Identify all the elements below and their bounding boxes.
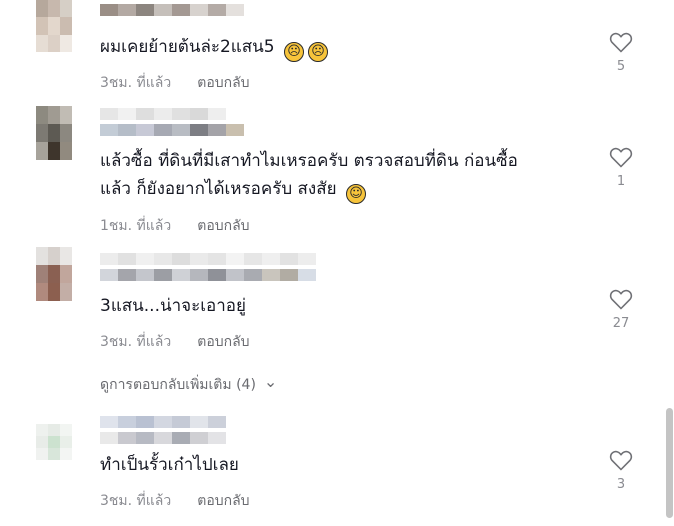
reply-button[interactable]: ตอบกลับ [197, 72, 249, 94]
grinning-sweat-emoji: ☺ [345, 184, 366, 204]
comment-item: ผมเคยย้ายต้นล่ะ2แสน5 ☹ ☹ 3ชม. ที่แล้ว ตอบ… [0, 0, 674, 100]
avatar[interactable] [36, 0, 72, 52]
heart-outline-icon [609, 147, 633, 168]
view-more-replies-button[interactable]: ดูการตอบกลับเพิ่มเติม (4) ⌄ [100, 371, 278, 396]
view-more-replies-label: ดูการตอบกลับเพิ่มเติม (4) [100, 377, 256, 393]
avatar[interactable] [36, 106, 72, 160]
like-button[interactable]: 3 [606, 449, 636, 492]
heart-outline-icon [609, 289, 633, 310]
sad-face-emoji: ☹ [283, 42, 304, 62]
username-pixelated[interactable] [100, 4, 244, 16]
comment-text: ทำเป็นรั้วเก๋าไปเลย [100, 451, 239, 479]
comment-text-line: แล้วซื้อ ที่ดินที่มีเสาทำไมเหรอครับ ตรวจ… [100, 151, 518, 171]
like-count: 27 [612, 316, 630, 331]
comment-text: แล้วซื้อ ที่ดินที่มีเสาทำไมเหรอครับ ตรวจ… [100, 147, 518, 204]
scrollbar-thumb[interactable] [666, 408, 673, 518]
like-button[interactable]: 27 [606, 288, 636, 331]
comment-meta: 3ชม. ที่แล้ว ตอบกลับ [100, 72, 250, 94]
scrollbar[interactable] [664, 408, 674, 518]
username-pixelated[interactable] [100, 416, 226, 444]
comment-text: ผมเคยย้ายต้นล่ะ2แสน5 ☹ ☹ [100, 33, 328, 62]
heart-outline-icon [609, 450, 633, 471]
username-pixelated[interactable] [100, 253, 316, 281]
comment-timestamp: 3ชม. ที่แล้ว [100, 493, 172, 509]
avatar[interactable] [36, 247, 72, 301]
like-count: 3 [616, 477, 626, 492]
comment-text-line: แล้ว ก็ยังอยากได้เหรอครับ สงสัย ☺ [100, 175, 518, 204]
chevron-down-icon: ⌄ [263, 371, 278, 391]
reply-button[interactable]: ตอบกลับ [197, 215, 249, 237]
comment-meta: 3ชม. ที่แล้ว ตอบกลับ [100, 331, 250, 353]
comment-item: ทำเป็นรั้วเก๋าไปเลย 3ชม. ที่แล้ว ตอบกลับ… [0, 408, 674, 526]
comment-meta: 1ชม. ที่แล้ว ตอบกลับ [100, 215, 250, 237]
username-pixelated[interactable] [100, 108, 244, 136]
like-button[interactable]: 1 [606, 146, 636, 189]
comment-text-content: ทำเป็นรั้วเก๋าไปเลย [100, 455, 239, 475]
comment-text-content: 3แสน...น่าจะเอาอยู่ [100, 296, 246, 316]
sad-face-emoji: ☹ [307, 42, 328, 62]
heart-outline-icon [609, 32, 633, 53]
comment-timestamp: 3ชม. ที่แล้ว [100, 334, 172, 350]
comment-item: 3แสน...น่าจะเอาอยู่ 3ชม. ที่แล้ว ตอบกลับ… [0, 245, 674, 360]
like-count: 1 [616, 174, 626, 189]
comment-meta: 3ชม. ที่แล้ว ตอบกลับ [100, 490, 250, 512]
like-button[interactable]: 5 [606, 31, 636, 74]
reply-button[interactable]: ตอบกลับ [197, 490, 249, 512]
like-count: 5 [616, 59, 626, 74]
comment-text-content: แล้ว ก็ยังอยากได้เหรอครับ สงสัย [100, 179, 337, 199]
comment-timestamp: 1ชม. ที่แล้ว [100, 218, 172, 234]
comment-timestamp: 3ชม. ที่แล้ว [100, 75, 172, 91]
comment-text: 3แสน...น่าจะเอาอยู่ [100, 292, 246, 320]
comment-item: แล้วซื้อ ที่ดินที่มีเสาทำไมเหรอครับ ตรวจ… [0, 100, 674, 245]
reply-button[interactable]: ตอบกลับ [197, 331, 249, 353]
comment-text-content: ผมเคยย้ายต้นล่ะ2แสน5 [100, 37, 275, 57]
avatar[interactable] [36, 424, 72, 460]
